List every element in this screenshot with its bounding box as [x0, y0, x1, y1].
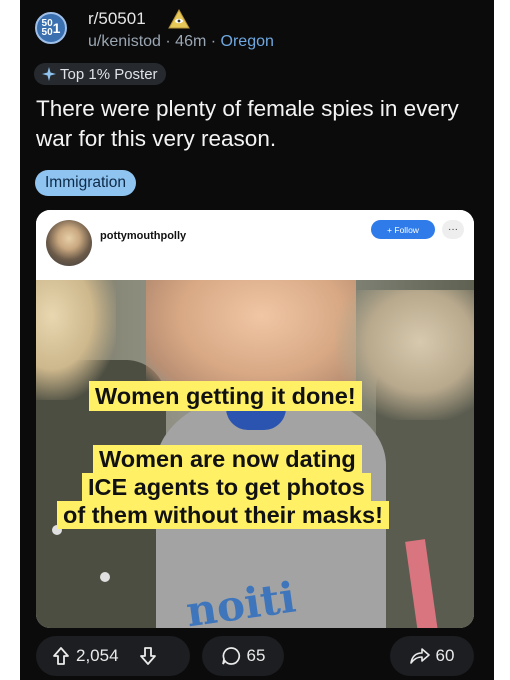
pyramid-eye-icon	[168, 9, 190, 29]
downvote-icon[interactable]	[139, 646, 157, 666]
comment-bubble-icon	[221, 646, 241, 666]
share-button[interactable]: 60	[390, 636, 474, 676]
action-bar: 2,054 65 60	[20, 636, 494, 680]
subreddit-avatar-main: 1	[52, 19, 61, 36]
caption-line: of them without their masks!	[57, 501, 389, 529]
embed-photo[interactable]: noiti Women getting it done! Women are n…	[36, 280, 474, 628]
upvote-icon[interactable]	[52, 646, 70, 666]
post-age: 46m	[175, 33, 207, 50]
meta-separator: ·	[210, 33, 217, 50]
caption-line: Women are now dating	[93, 445, 362, 473]
caption-line: Women getting it done!	[89, 381, 362, 411]
vote-count: 2,054	[76, 646, 119, 665]
sparkle-icon	[42, 67, 56, 81]
share-count: 60	[435, 646, 455, 665]
caption-line: ICE agents to get photos	[82, 473, 371, 501]
embed-username[interactable]: pottymouthpolly	[100, 230, 186, 242]
author-link[interactable]: u/kenistod	[88, 33, 161, 50]
subreddit-avatar-bottom: 50	[41, 27, 53, 38]
follow-button[interactable]: + Follow	[371, 220, 435, 239]
subreddit-avatar-text: 50 50 1	[41, 19, 61, 38]
share-arrow-icon	[409, 647, 430, 665]
post-title[interactable]: There were plenty of female spies in eve…	[36, 94, 476, 154]
post-card: 50 50 1 r/50501 u/kenistod · 46m · Oregon …	[20, 0, 494, 680]
more-options-button[interactable]: ···	[442, 220, 464, 239]
post-flair-tag[interactable]: Immigration	[35, 170, 136, 196]
embedded-post[interactable]: pottymouthpolly + Follow ··· noiti Women…	[36, 210, 474, 628]
subreddit-name[interactable]: r/50501	[88, 9, 146, 29]
user-flair-label: Top 1% Poster	[60, 65, 158, 83]
subreddit-avatar[interactable]: 50 50 1	[35, 12, 67, 44]
post-meta: u/kenistod · 46m · Oregon	[88, 33, 274, 51]
embed-avatar[interactable]	[46, 220, 92, 266]
embed-header: pottymouthpolly + Follow ···	[36, 210, 474, 280]
vote-control: 2,054	[36, 636, 190, 676]
comment-count: 65	[246, 646, 266, 665]
location-link[interactable]: Oregon	[221, 33, 274, 50]
meta-separator: ·	[165, 33, 171, 50]
photo-button	[100, 572, 110, 582]
user-flair-badge: Top 1% Poster	[34, 63, 166, 85]
comments-button[interactable]: 65	[202, 636, 284, 676]
